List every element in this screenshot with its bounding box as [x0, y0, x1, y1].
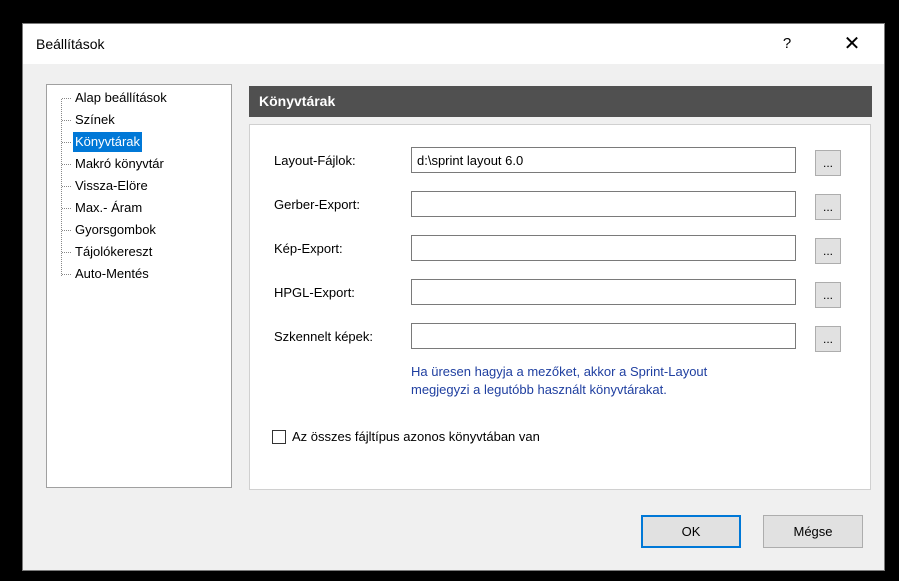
- scanned-images-label: Szkennelt képek:: [274, 329, 374, 344]
- tree-connector: [62, 164, 71, 165]
- tree-item-max-aram[interactable]: Max.- Áram: [73, 198, 144, 218]
- settings-dialog: Beállítások ? ✕ Alap beállítások Színek …: [22, 23, 885, 571]
- tree-item-tajolokereszt[interactable]: Tájolókereszt: [73, 242, 154, 262]
- section-header: Könyvtárak: [249, 86, 872, 117]
- image-export-input[interactable]: [411, 235, 796, 261]
- tree-item-auto-mentes[interactable]: Auto-Mentés: [73, 264, 151, 284]
- tree-item-konyvtarak[interactable]: Könyvtárak: [73, 132, 143, 152]
- layout-files-label: Layout-Fájlok:: [274, 153, 356, 168]
- gerber-export-input[interactable]: [411, 191, 796, 217]
- hint-line-2: megjegyzi a legutóbb használt könyvtárak…: [411, 382, 667, 397]
- help-button[interactable]: ?: [767, 30, 807, 58]
- layout-files-input[interactable]: [411, 147, 796, 173]
- tree-item-vissza-elore[interactable]: Vissza-Elöre: [73, 176, 150, 196]
- tree-item-szinek[interactable]: Színek: [73, 110, 117, 130]
- tree-item-makro-konyvtar[interactable]: Makró könyvtár: [73, 154, 166, 174]
- tree-item-alap-beallitasok[interactable]: Alap beállítások: [73, 88, 169, 108]
- tree-connector: [62, 120, 71, 121]
- image-export-browse-button[interactable]: ...: [815, 238, 841, 264]
- window-title: Beállítások: [36, 36, 105, 52]
- hpgl-export-input[interactable]: [411, 279, 796, 305]
- tree-connector: [62, 252, 71, 253]
- same-directory-checkbox[interactable]: [272, 430, 286, 444]
- cancel-button[interactable]: Mégse: [763, 515, 863, 548]
- section-title: Könyvtárak: [259, 93, 336, 109]
- hint-line-1: Ha üresen hagyja a mezőket, akkor a Spri…: [411, 364, 708, 379]
- directories-panel: Layout-Fájlok: ... Gerber-Export: ... Ké…: [249, 124, 871, 490]
- tree-connector: [62, 230, 71, 231]
- ok-button[interactable]: OK: [641, 515, 741, 548]
- image-export-label: Kép-Export:: [274, 241, 343, 256]
- tree-item-gyorsgombok[interactable]: Gyorsgombok: [73, 220, 158, 240]
- gerber-export-label: Gerber-Export:: [274, 197, 360, 212]
- hpgl-export-label: HPGL-Export:: [274, 285, 355, 300]
- settings-tree: Alap beállítások Színek Könyvtárak Makró…: [46, 84, 232, 488]
- title-bar: Beállítások ? ✕: [23, 24, 884, 64]
- tree-connector: [62, 274, 71, 275]
- same-directory-checkbox-label[interactable]: Az összes fájltípus azonos könyvtában va…: [292, 429, 540, 444]
- tree-connector: [62, 142, 71, 143]
- scanned-images-browse-button[interactable]: ...: [815, 326, 841, 352]
- tree-connector: [62, 186, 71, 187]
- gerber-export-browse-button[interactable]: ...: [815, 194, 841, 220]
- close-button[interactable]: ✕: [830, 30, 874, 58]
- hpgl-export-browse-button[interactable]: ...: [815, 282, 841, 308]
- hint-text: Ha üresen hagyja a mezőket, akkor a Spri…: [411, 363, 851, 399]
- tree-connector: [62, 208, 71, 209]
- tree-connector: [62, 98, 71, 99]
- layout-files-browse-button[interactable]: ...: [815, 150, 841, 176]
- tree-connector: [61, 99, 63, 276]
- scanned-images-input[interactable]: [411, 323, 796, 349]
